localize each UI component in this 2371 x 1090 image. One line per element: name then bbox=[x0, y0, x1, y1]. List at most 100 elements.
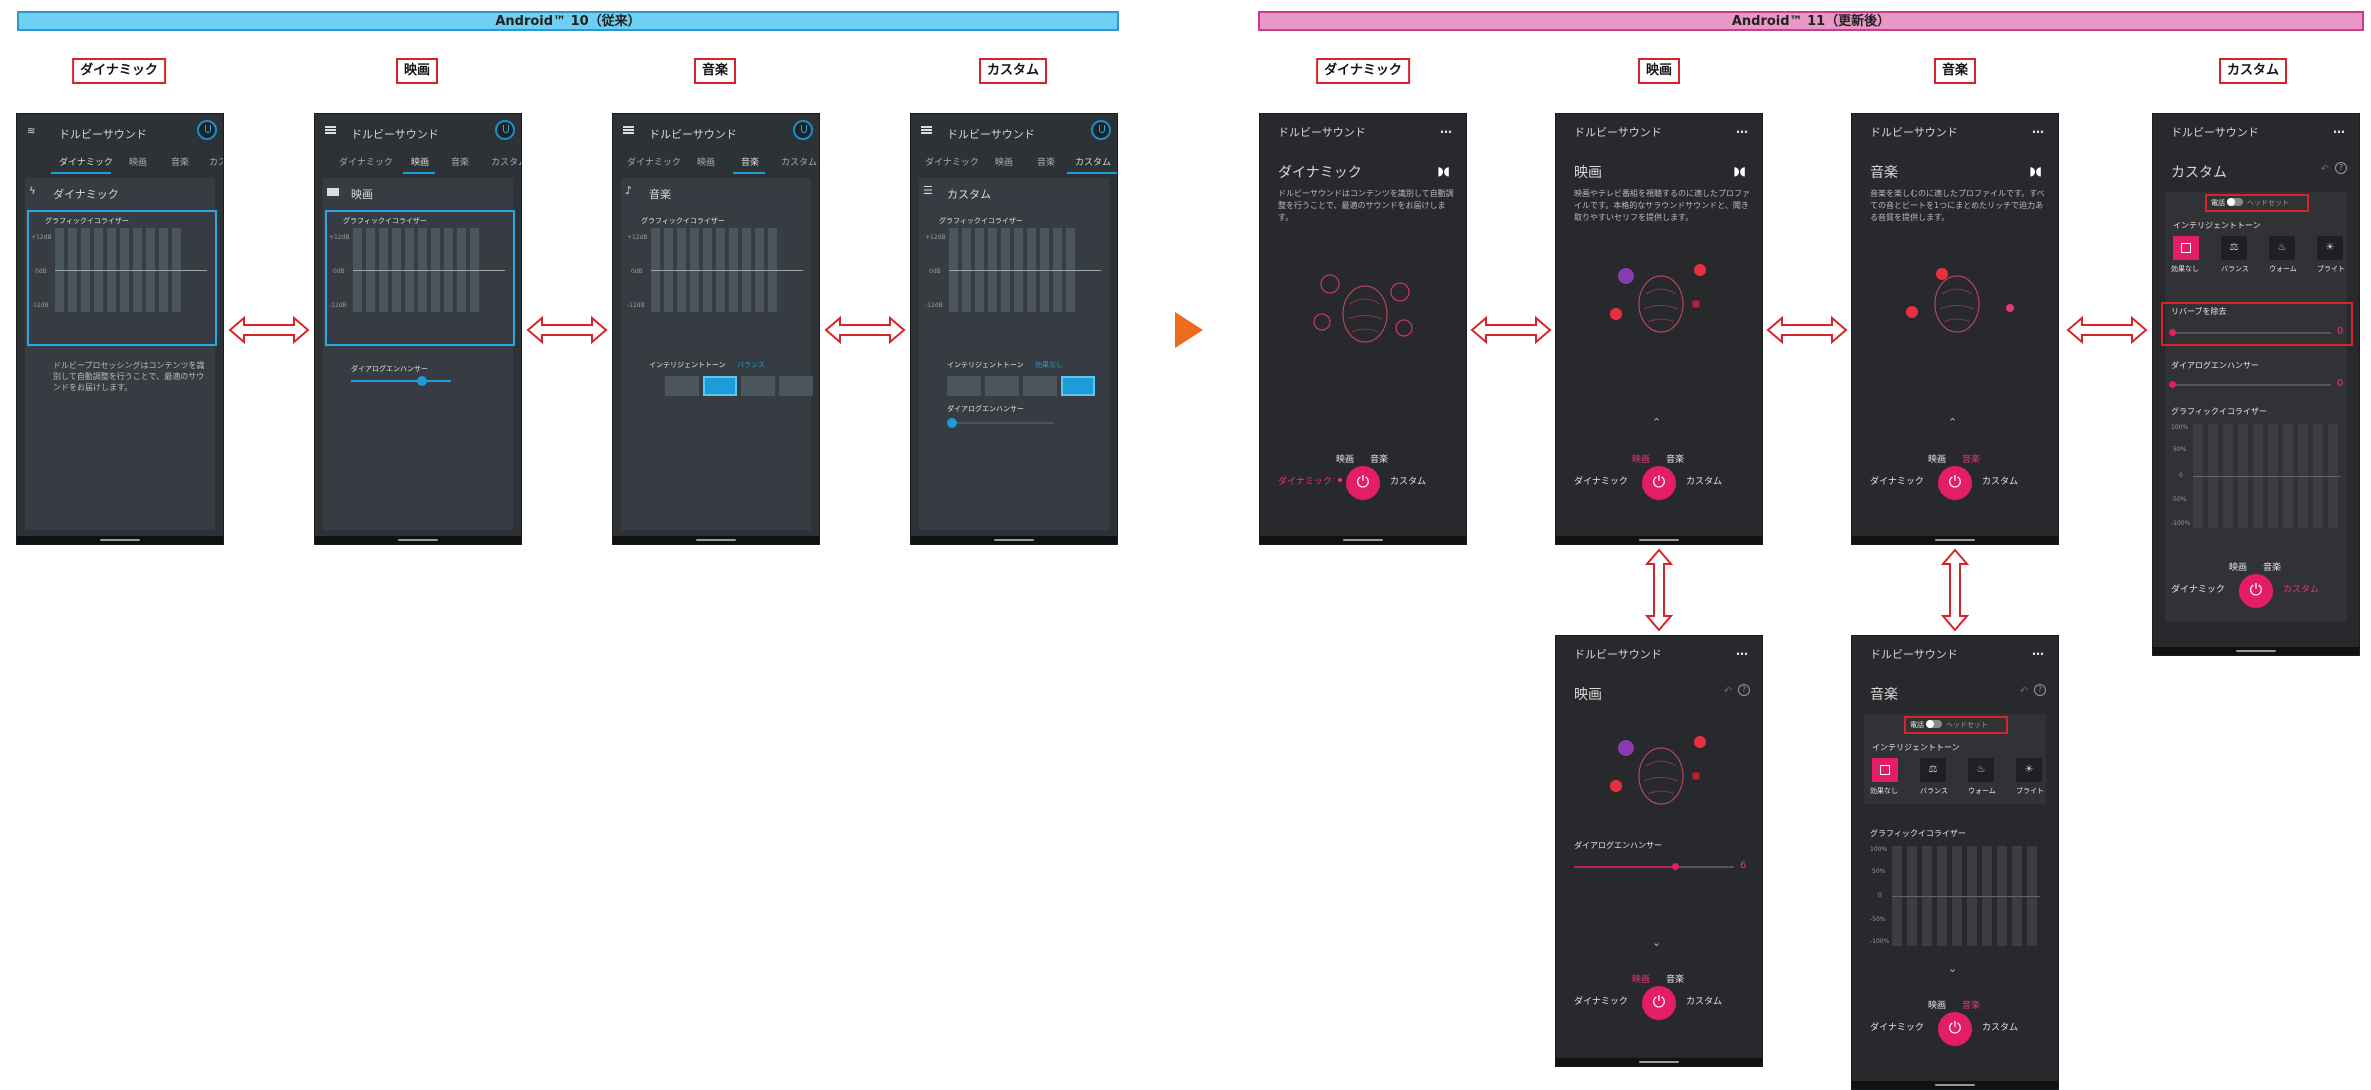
mode-option-movie[interactable]: 映画 bbox=[1336, 452, 1354, 465]
dialog-slider-thumb[interactable] bbox=[947, 418, 957, 428]
graphic-equalizer[interactable]: 100% 50% 0 -50% -100% bbox=[1870, 844, 2050, 956]
tab-music[interactable]: 音楽 bbox=[1037, 155, 1055, 168]
power-button[interactable] bbox=[1938, 1012, 1972, 1046]
more-options-icon[interactable]: … bbox=[2333, 122, 2345, 136]
mode-option-dynamic[interactable]: ダイナミック bbox=[1870, 474, 1924, 487]
reset-icon[interactable]: ↶ bbox=[2020, 686, 2028, 697]
mode-option-custom[interactable]: カスタム bbox=[1982, 1020, 2018, 1033]
chevron-down-icon[interactable]: ⌄ bbox=[1948, 962, 1957, 975]
mode-option-music[interactable]: 音楽 bbox=[2263, 560, 2281, 573]
tab-custom[interactable]: カスタム bbox=[781, 155, 817, 168]
sun-icon[interactable]: ☀ bbox=[2016, 758, 2042, 782]
more-options-icon[interactable]: … bbox=[2032, 122, 2044, 136]
tone-none-button-selected[interactable] bbox=[2173, 236, 2199, 260]
tab-music[interactable]: 音楽 bbox=[451, 155, 469, 168]
tab-dynamic[interactable]: ダイナミック bbox=[59, 155, 113, 168]
dialog-slider-thumb[interactable] bbox=[1672, 863, 1679, 870]
power-button[interactable] bbox=[1938, 466, 1972, 500]
tab-music[interactable]: 音楽 bbox=[741, 155, 759, 168]
tone-option-4-selected[interactable] bbox=[1061, 376, 1095, 396]
chevron-up-icon[interactable]: ⌃ bbox=[1652, 416, 1661, 429]
mode-option-dynamic[interactable]: ダイナミック bbox=[1870, 1020, 1924, 1033]
power-toggle[interactable] bbox=[197, 120, 217, 140]
gesture-handle[interactable] bbox=[696, 539, 736, 541]
sun-icon[interactable]: ☀ bbox=[2317, 236, 2343, 260]
power-toggle[interactable] bbox=[1091, 120, 1111, 140]
mode-option-custom[interactable]: カスタム bbox=[1686, 474, 1722, 487]
mode-option-custom[interactable]: カスタム bbox=[1686, 994, 1722, 1007]
gesture-handle[interactable] bbox=[100, 539, 140, 541]
power-button[interactable] bbox=[2239, 574, 2273, 608]
mode-option-dynamic[interactable]: ダイナミック bbox=[1574, 474, 1628, 487]
reverb-slider-thumb[interactable] bbox=[2169, 329, 2176, 336]
gesture-handle[interactable] bbox=[2236, 650, 2276, 652]
gesture-handle[interactable] bbox=[398, 539, 438, 541]
help-icon[interactable]: ? bbox=[1738, 684, 1750, 696]
reset-icon[interactable]: ↶ bbox=[2321, 164, 2329, 175]
tab-dynamic[interactable]: ダイナミック bbox=[925, 155, 979, 168]
menu-icon[interactable] bbox=[325, 126, 336, 134]
mode-option-dynamic-selected[interactable]: ダイナミック bbox=[1278, 474, 1332, 487]
tone-option-3[interactable] bbox=[741, 376, 775, 396]
tab-custom[interactable]: カスタム bbox=[209, 155, 223, 168]
chevron-up-icon[interactable]: ⌃ bbox=[1948, 416, 1957, 429]
tab-custom[interactable]: カスタム bbox=[491, 155, 521, 168]
mode-option-movie-selected[interactable]: 映画 bbox=[1632, 972, 1650, 985]
power-button[interactable] bbox=[1642, 986, 1676, 1020]
menu-icon[interactable] bbox=[921, 126, 932, 134]
mode-option-dynamic[interactable]: ダイナミック bbox=[1574, 994, 1628, 1007]
tab-custom[interactable]: カスタム bbox=[1075, 155, 1111, 168]
help-icon[interactable]: ? bbox=[2034, 684, 2046, 696]
dialog-slider[interactable] bbox=[2171, 384, 2331, 386]
mode-option-custom-selected[interactable]: カスタム bbox=[2283, 582, 2319, 595]
tone-option-2[interactable] bbox=[985, 376, 1019, 396]
chevron-down-icon[interactable]: ⌄ bbox=[1652, 936, 1661, 949]
more-options-icon[interactable]: … bbox=[1440, 122, 1452, 136]
output-toggle-thumb[interactable] bbox=[2227, 198, 2235, 206]
tone-option-3[interactable] bbox=[1023, 376, 1057, 396]
mode-option-music[interactable]: 音楽 bbox=[1666, 452, 1684, 465]
flame-icon[interactable]: ♨ bbox=[1968, 758, 1994, 782]
power-button[interactable] bbox=[1642, 466, 1676, 500]
tab-movie[interactable]: 映画 bbox=[995, 155, 1013, 168]
mode-option-custom[interactable]: カスタム bbox=[1982, 474, 2018, 487]
tone-option-1[interactable] bbox=[947, 376, 981, 396]
tab-dynamic[interactable]: ダイナミック bbox=[339, 155, 393, 168]
more-options-icon[interactable]: … bbox=[1736, 644, 1748, 658]
help-icon[interactable]: ? bbox=[2335, 162, 2347, 174]
tone-none-button-selected[interactable] bbox=[1872, 758, 1898, 782]
mode-option-movie[interactable]: 映画 bbox=[1928, 998, 1946, 1011]
power-button[interactable] bbox=[1346, 466, 1380, 500]
tab-movie[interactable]: 映画 bbox=[411, 155, 429, 168]
tab-music[interactable]: 音楽 bbox=[171, 155, 189, 168]
tab-movie[interactable]: 映画 bbox=[129, 155, 147, 168]
gesture-handle[interactable] bbox=[1935, 1084, 1975, 1086]
gesture-handle[interactable] bbox=[1639, 1061, 1679, 1063]
gesture-handle[interactable] bbox=[1343, 539, 1383, 541]
tab-movie[interactable]: 映画 bbox=[697, 155, 715, 168]
dialog-slider-track[interactable] bbox=[953, 422, 1053, 424]
mode-option-movie-selected[interactable]: 映画 bbox=[1632, 452, 1650, 465]
mode-option-movie[interactable]: 映画 bbox=[2229, 560, 2247, 573]
dialog-slider-thumb[interactable] bbox=[2169, 381, 2176, 388]
mode-option-music[interactable]: 音楽 bbox=[1666, 972, 1684, 985]
more-options-icon[interactable]: … bbox=[1736, 122, 1748, 136]
reset-icon[interactable]: ↶ bbox=[1724, 686, 1732, 697]
reverb-slider[interactable] bbox=[2171, 332, 2331, 334]
graphic-equalizer[interactable]: 100% 50% 0 -50% -100% bbox=[2171, 422, 2351, 542]
gesture-handle[interactable] bbox=[1935, 539, 1975, 541]
tone-option-2-selected[interactable] bbox=[703, 376, 737, 396]
mode-option-music-selected[interactable]: 音楽 bbox=[1962, 452, 1980, 465]
balance-icon[interactable]: ⚖ bbox=[1920, 758, 1946, 782]
mode-option-dynamic[interactable]: ダイナミック bbox=[2171, 582, 2225, 595]
mode-option-music[interactable]: 音楽 bbox=[1370, 452, 1388, 465]
power-toggle[interactable] bbox=[495, 120, 515, 140]
tone-option-4[interactable] bbox=[779, 376, 813, 396]
mode-option-music-selected[interactable]: 音楽 bbox=[1962, 998, 1980, 1011]
flame-icon[interactable]: ♨ bbox=[2269, 236, 2295, 260]
mode-option-custom[interactable]: カスタム bbox=[1390, 474, 1426, 487]
dialog-slider-track[interactable] bbox=[351, 380, 451, 382]
dialog-slider-thumb[interactable] bbox=[417, 376, 427, 386]
output-toggle-thumb[interactable] bbox=[1926, 720, 1934, 728]
gesture-handle[interactable] bbox=[994, 539, 1034, 541]
